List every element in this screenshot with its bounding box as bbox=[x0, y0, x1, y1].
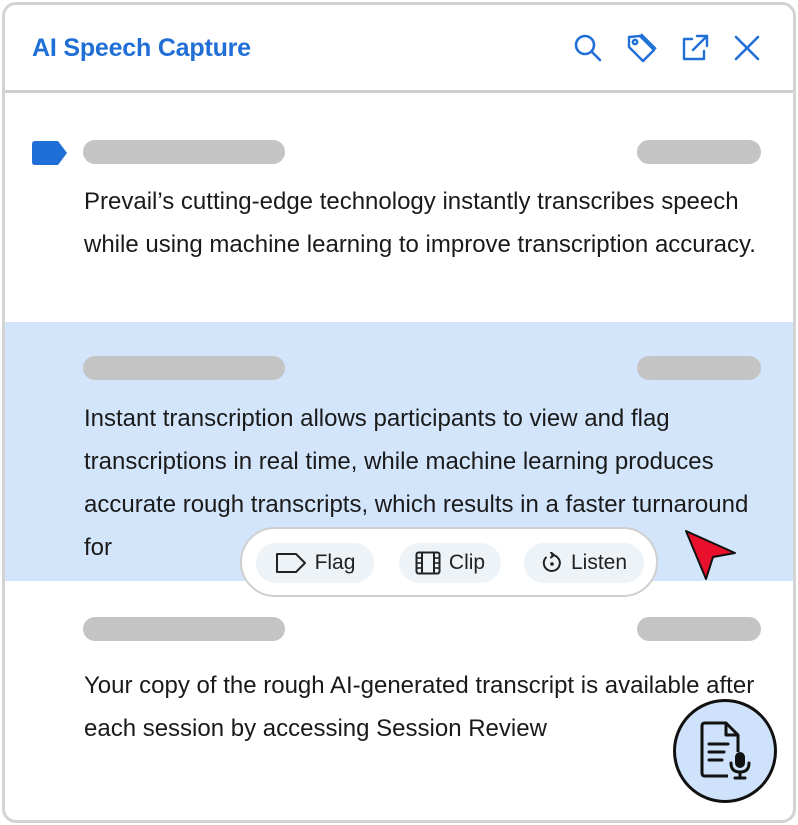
transcript-segment-1[interactable]: Prevail’s cutting-edge technology instan… bbox=[84, 180, 774, 266]
app-title: AI Speech Capture bbox=[32, 34, 251, 62]
clip-label: Clip bbox=[448, 551, 486, 574]
speech-capture-window: AI Speech Capture Prevail’s cutting-edge… bbox=[2, 2, 796, 823]
speaker-name-placeholder bbox=[83, 617, 285, 641]
close-icon[interactable] bbox=[730, 31, 764, 65]
flag-label: Flag bbox=[314, 551, 356, 574]
pointer-cursor-icon bbox=[683, 525, 741, 583]
segment-action-toolbar: Flag Clip Listen bbox=[240, 527, 658, 597]
flag-button[interactable]: Flag bbox=[256, 543, 374, 583]
replay-icon bbox=[542, 552, 561, 572]
timestamp-placeholder bbox=[637, 356, 761, 380]
flag-icon bbox=[275, 553, 306, 573]
speaker-name-placeholder bbox=[83, 356, 285, 380]
speaker-tag-icon bbox=[30, 141, 68, 165]
speaker-name-placeholder bbox=[83, 140, 285, 164]
listen-button[interactable]: Listen bbox=[524, 543, 644, 583]
tag-icon[interactable] bbox=[624, 31, 658, 65]
listen-label: Listen bbox=[570, 551, 628, 574]
document-microphone-icon bbox=[700, 721, 751, 780]
external-link-icon[interactable] bbox=[677, 31, 711, 65]
clip-button[interactable]: Clip bbox=[399, 543, 501, 583]
timestamp-placeholder bbox=[637, 617, 761, 641]
speech-transcript-button[interactable] bbox=[673, 699, 777, 803]
transcript-segment-3[interactable]: Your copy of the rough AI-generated tran… bbox=[84, 664, 774, 750]
window-header: AI Speech Capture bbox=[5, 5, 793, 93]
search-icon[interactable] bbox=[571, 31, 605, 65]
timestamp-placeholder bbox=[637, 140, 761, 164]
film-icon bbox=[415, 551, 441, 575]
